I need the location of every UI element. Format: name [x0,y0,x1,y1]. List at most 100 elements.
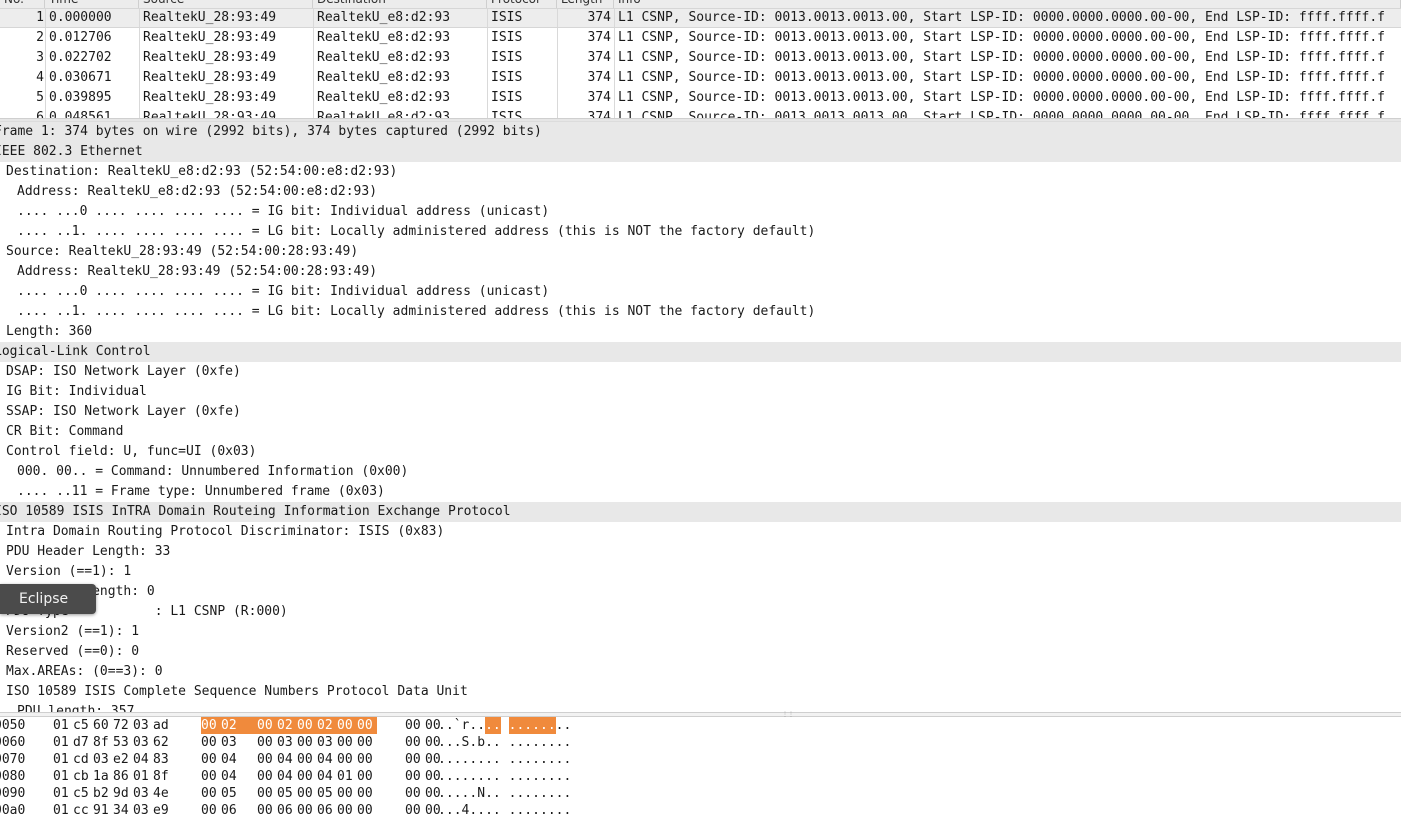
hex-byte[interactable]: 1a [93,768,113,785]
tree-field[interactable]: 000. 00.. = Command: Unnumbered Informat… [0,462,1401,482]
hex-byte[interactable]: 03 [133,785,153,802]
hex-ascii[interactable]: ........ ........ [438,751,571,768]
hex-byte[interactable]: cd [73,751,93,768]
tree-field[interactable]: CR Bit: Command [0,422,1401,442]
hex-byte[interactable]: 60 [93,717,113,734]
hex-byte[interactable]: 00 [201,734,221,751]
hex-byte[interactable]: 00 [257,717,277,734]
tree-field[interactable]: Destination: RealtekU_e8:d2:93 (52:54:00… [0,162,1401,182]
hex-byte[interactable]: 06 [221,802,241,817]
column-header-source[interactable]: Source [139,0,313,8]
hex-byte[interactable]: 02 [317,717,337,734]
tree-field[interactable]: Length: 360 [0,322,1401,342]
hex-byte[interactable]: 00 [405,734,425,751]
hex-byte[interactable]: 34 [113,802,133,817]
hex-byte[interactable]: 03 [93,751,113,768]
tree-field[interactable]: PDU Type : L1 CSNP (R:000) [0,602,1401,622]
tree-field[interactable]: IG Bit: Individual [0,382,1401,402]
hex-byte[interactable]: 00 [357,768,377,785]
tree-field[interactable]: .... ...0 .... .... .... .... = IG bit: … [0,202,1401,222]
hex-byte[interactable]: b2 [93,785,113,802]
hex-byte[interactable]: 05 [277,785,297,802]
tree-field[interactable]: Source: RealtekU_28:93:49 (52:54:00:28:9… [0,242,1401,262]
hex-byte[interactable]: 00 [257,785,277,802]
hex-byte[interactable]: 00 [405,785,425,802]
hex-byte[interactable]: 00 [405,802,425,817]
hex-byte[interactable]: 00 [297,785,317,802]
hex-byte[interactable]: 00 [257,751,277,768]
hex-byte[interactable]: 00 [337,785,357,802]
tree-section-header[interactable]: IEEE 802.3 Ethernet [0,142,1401,162]
hex-byte[interactable]: 4e [153,785,173,802]
column-header-info[interactable]: Info [614,0,1401,8]
packet-row[interactable]: 5 0.039895 RealtekU_28:93:49 RealtekU_e8:d2… [0,88,1401,108]
hex-byte[interactable]: 62 [153,734,173,751]
hex-byte[interactable]: 72 [113,717,133,734]
hex-byte[interactable]: 06 [277,802,297,817]
hex-byte[interactable]: 00 [357,717,377,734]
packet-details-tree[interactable]: Frame 1: 374 bytes on wire (2992 bits), … [0,122,1401,712]
hex-byte[interactable]: ad [153,717,173,734]
hex-byte[interactable]: 00 [357,802,377,817]
packet-row[interactable]: 6 0.048561 RealtekU_28:93:49 RealtekU_e8:d2… [0,108,1401,118]
hex-byte[interactable]: 00 [257,734,277,751]
hex-byte[interactable]: 00 [257,768,277,785]
hex-byte[interactable]: 00 [297,734,317,751]
tree-section-header[interactable]: ISO 10589 ISIS InTRA Domain Routeing Inf… [0,502,1401,522]
packet-list[interactable]: No. Time Source Destination Protocol Len… [0,0,1401,118]
hex-byte[interactable]: 03 [317,734,337,751]
hex-byte[interactable]: 00 [201,717,221,734]
hex-byte[interactable]: 01 [53,785,73,802]
hex-byte[interactable]: 8f [93,734,113,751]
hex-byte[interactable]: 00 [357,751,377,768]
hex-byte[interactable]: 00 [257,802,277,817]
hex-byte[interactable]: 04 [317,768,337,785]
tree-field[interactable]: Max.AREAs: (0==3): 0 [0,662,1401,682]
hex-byte[interactable]: 00 [201,785,221,802]
column-header-time[interactable]: Time [45,0,139,8]
hex-byte[interactable]: 04 [133,751,153,768]
hex-byte[interactable]: 04 [277,751,297,768]
hex-byte[interactable]: 01 [53,751,73,768]
hex-byte[interactable]: c5 [73,717,93,734]
hex-byte[interactable]: 05 [317,785,337,802]
hex-byte[interactable]: 03 [277,734,297,751]
hex-byte[interactable]: 00 [297,768,317,785]
tree-field[interactable]: PDU Header Length: 33 [0,542,1401,562]
hex-byte[interactable]: 00 [357,785,377,802]
hex-byte[interactable]: 01 [53,768,73,785]
hex-byte[interactable]: 04 [221,768,241,785]
hex-byte[interactable]: 03 [221,734,241,751]
hex-byte[interactable]: c5 [73,785,93,802]
tree-field[interactable]: System ID Length: 0 [0,582,1401,602]
hex-byte[interactable]: 02 [277,717,297,734]
column-header-no[interactable]: No. [0,0,45,8]
tree-section-header[interactable]: Logical-Link Control [0,342,1401,362]
tree-field[interactable]: DSAP: ISO Network Layer (0xfe) [0,362,1401,382]
packet-row[interactable]: 2 0.012706 RealtekU_28:93:49 RealtekU_e8:d2… [0,28,1401,48]
hex-byte[interactable]: d7 [73,734,93,751]
hex-byte[interactable]: 04 [277,768,297,785]
hex-ascii[interactable]: ........ ........ [438,768,571,785]
hex-byte[interactable]: 8f [153,768,173,785]
packet-bytes-hex-pane[interactable]: 005001c5607203ad00020002000200000000..`r… [0,717,1401,817]
tree-field[interactable]: SSAP: ISO Network Layer (0xfe) [0,402,1401,422]
hex-byte[interactable]: 91 [93,802,113,817]
packet-row[interactable]: 1 0.000000 RealtekU_28:93:49 RealtekU_e8:d2… [0,8,1401,28]
tree-field[interactable]: Reserved (==0): 0 [0,642,1401,662]
tree-field[interactable]: .... ..1. .... .... .... .... = LG bit: … [0,302,1401,322]
hex-byte[interactable]: 03 [133,734,153,751]
hex-byte[interactable]: 9d [113,785,133,802]
hex-byte[interactable]: 86 [113,768,133,785]
hex-byte[interactable]: cc [73,802,93,817]
tree-field[interactable]: PDU length: 357 [0,702,1401,712]
hex-byte[interactable]: 03 [133,717,153,734]
column-header-destination[interactable]: Destination [313,0,487,8]
hex-byte[interactable]: 00 [337,734,357,751]
tree-field[interactable]: Version (==1): 1 [0,562,1401,582]
hex-byte[interactable]: 01 [133,768,153,785]
hex-byte[interactable]: 05 [221,785,241,802]
hex-byte[interactable]: 00 [405,768,425,785]
hex-byte[interactable]: 01 [53,717,73,734]
hex-byte[interactable]: 00 [297,751,317,768]
